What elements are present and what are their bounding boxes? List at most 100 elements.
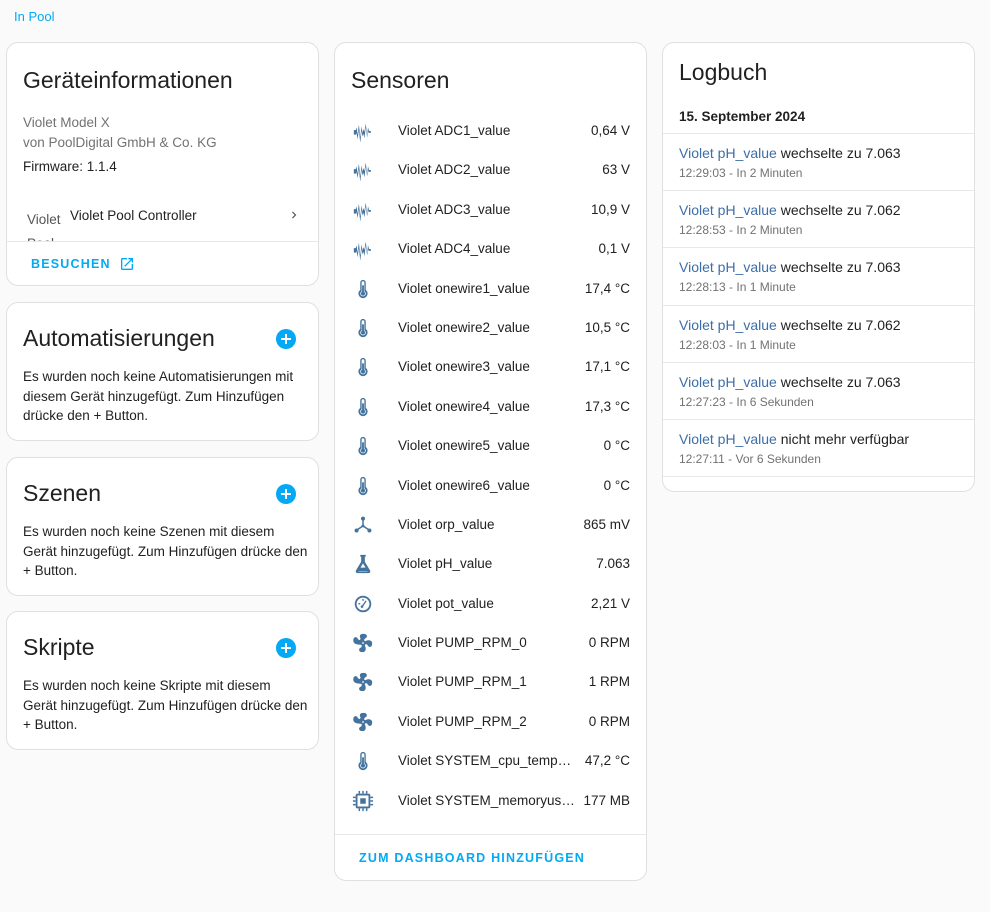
sensor-name: Violet onewire3_value — [398, 359, 530, 375]
device-area: Violet Pool — [27, 212, 61, 241]
breadcrumb-in-pool[interactable]: In Pool — [14, 9, 54, 24]
scenes-description: Es wurden noch keine Szenen mit diesem G… — [23, 524, 308, 578]
log-action: nicht mehr verfügbar — [776, 430, 910, 447]
log-message: Violet pH_value wechselte zu 7.063 — [679, 488, 901, 491]
log-time: 12:28:13 - In 1 Minute — [679, 280, 796, 295]
log-message: Violet pH_value nicht mehr verfügbar — [679, 431, 909, 447]
sensor-value: 1 RPM — [588, 674, 630, 690]
sensor-value: 17,3 °C — [584, 398, 630, 414]
sensor-name: Violet onewire6_value — [398, 477, 530, 493]
sensor-name: Violet PUMP_RPM_0 — [398, 635, 527, 651]
log-time: 12:28:03 - In 1 Minute — [679, 337, 796, 352]
log-entry: Violet pH_value wechselte zu 7.063 12:29:… — [663, 133, 974, 190]
sensor-row[interactable]: Violet orp_value 865 mV — [335, 505, 646, 544]
sensor-row[interactable]: Violet onewire4_value 17,3 °C — [335, 387, 646, 426]
sensor-value: 0 °C — [603, 477, 630, 493]
scripts-description: Es wurden noch keine Skripte mit diesem … — [23, 678, 308, 732]
device-info-title: Geräteinformationen — [23, 67, 233, 93]
log-entry: Violet pH_value wechselte zu 7.063 12:27:… — [663, 361, 974, 419]
waveform-icon — [353, 202, 371, 221]
sensor-row[interactable]: Violet onewire1_value 17,4 °C — [335, 269, 646, 308]
sensor-row[interactable]: Violet ADC2_value 63 V — [335, 150, 646, 189]
log-message: Violet pH_value wechselte zu 7.063 — [679, 145, 901, 161]
log-action: wechselte zu 7.062 — [776, 316, 901, 333]
device-name: Violet Pool Controller — [70, 208, 197, 223]
log-entity-link[interactable]: Violet pH_value — [679, 488, 777, 491]
scripts-title: Skripte — [23, 634, 95, 660]
sensor-name: Violet onewire5_value — [398, 438, 530, 454]
sensor-row[interactable]: Violet onewire6_value 0 °C — [335, 466, 646, 505]
sensor-row[interactable]: Violet onewire5_value 0 °C — [335, 426, 646, 465]
sensor-name: Violet SYSTEM_memoryusage — [398, 792, 576, 808]
sensor-value: 10,9 V — [590, 201, 630, 217]
sensors-card: Sensoren Violet ADC1_value 0,64 V Violet A… — [334, 42, 647, 881]
sensor-row[interactable]: Violet onewire3_value 17,1 °C — [335, 347, 646, 386]
sensor-value: 0 RPM — [588, 635, 630, 651]
sensor-value: 17,1 °C — [584, 359, 630, 375]
log-message: Violet pH_value wechselte zu 7.063 — [679, 259, 901, 275]
sensor-value: 0 °C — [603, 438, 630, 454]
sensor-name: Violet ADC2_value — [398, 162, 511, 178]
open-in-new-icon — [120, 258, 133, 270]
sensor-name: Violet orp_value — [398, 516, 495, 532]
visit-button[interactable]: BESUCHEN — [31, 256, 135, 272]
sensor-row[interactable]: Violet onewire2_value 10,5 °C — [335, 308, 646, 347]
sensor-name: Violet ADC1_value — [398, 123, 511, 138]
sensor-row[interactable]: Violet PUMP_RPM_2 0 RPM — [335, 702, 646, 741]
logbook-card: Logbuch 15. September 2024 Violet pH_val… — [662, 42, 975, 492]
add-to-dashboard-button[interactable]: ZUM DASHBOARD HINZUFÜGEN — [359, 851, 585, 865]
sensor-value: 177 MB — [583, 792, 630, 808]
log-entity-link[interactable]: Violet pH_value — [679, 431, 777, 447]
sensor-row[interactable]: Violet SYSTEM_memoryusage 177 MB — [335, 781, 646, 820]
sensor-name: Violet onewire4_value — [398, 398, 530, 414]
log-entry: Violet pH_value wechselte zu 7.062 12:28:… — [663, 190, 974, 247]
sensor-row[interactable]: Violet ADC1_value 0,64 V — [335, 111, 646, 150]
flask-icon — [355, 555, 371, 574]
thermometer-icon — [358, 358, 368, 377]
log-entity-link[interactable]: Violet pH_value — [679, 145, 777, 161]
sensor-name: Violet onewire1_value — [398, 280, 530, 296]
scenes-card: Szenen Es wurden noch keine Szenen mit d… — [6, 457, 319, 596]
sensor-name: Violet pot_value — [398, 595, 494, 611]
chevron-right-icon — [292, 211, 297, 219]
sensor-value: 63 V — [602, 162, 630, 178]
add-scene-button[interactable] — [276, 484, 296, 504]
device-firmware: Firmware: 1.1.4 — [23, 159, 117, 174]
device-info-card: Geräteinformationen Violet Model X von P… — [6, 42, 319, 286]
add-script-button[interactable] — [276, 638, 296, 658]
sensor-name: Violet onewire2_value — [398, 319, 530, 335]
molecule-icon — [354, 516, 372, 533]
log-entity-link[interactable]: Violet pH_value — [679, 374, 777, 390]
sensor-row[interactable]: Violet ADC3_value 10,9 V — [335, 190, 646, 229]
sensor-value: 10,5 °C — [584, 319, 630, 335]
log-time: 12:28:53 - In 2 Minuten — [679, 223, 803, 238]
fan-icon — [353, 673, 373, 692]
sensors-title: Sensoren — [351, 67, 450, 93]
log-entity-link[interactable]: Violet pH_value — [679, 259, 777, 275]
device-model-block: Violet Model X von PoolDigital GmbH & Co… — [23, 113, 217, 153]
sensor-value: 0,64 V — [590, 123, 630, 138]
log-action: wechselte zu 7.063 — [776, 259, 901, 276]
log-message: Violet pH_value wechselte zu 7.062 — [679, 317, 901, 333]
automations-card: Automatisierungen Es wurden noch keine A… — [6, 302, 319, 441]
device-link-row[interactable]: Violet Pool Violet Pool Controller — [23, 199, 313, 241]
log-entry: Violet pH_value wechselte zu 7.063 — [663, 476, 974, 491]
sensor-row[interactable]: Violet pH_value 7.063 — [335, 544, 646, 583]
add-automation-button[interactable] — [276, 329, 296, 349]
sensor-row[interactable]: Violet PUMP_RPM_1 1 RPM — [335, 662, 646, 701]
device-actions: BESUCHEN — [7, 241, 318, 285]
log-entity-link[interactable]: Violet pH_value — [679, 202, 777, 218]
visit-label: BESUCHEN — [31, 257, 111, 271]
sensor-value: 2,21 V — [590, 595, 630, 611]
log-entity-link[interactable]: Violet pH_value — [679, 317, 777, 333]
scripts-card: Skripte Es wurden noch keine Skripte mit… — [6, 611, 319, 750]
sensor-row[interactable]: Violet PUMP_RPM_0 0 RPM — [335, 623, 646, 662]
log-action: wechselte zu 7.062 — [776, 202, 901, 219]
sensor-row[interactable]: Violet pot_value 2,21 V — [335, 584, 646, 623]
thermometer-icon — [358, 752, 368, 771]
waveform-icon — [353, 163, 371, 182]
sensor-row[interactable]: Violet SYSTEM_cpu_temperature 47,2 °C — [335, 741, 646, 780]
log-entry: Violet pH_value wechselte zu 7.062 12:28:… — [663, 304, 974, 362]
sensor-name: Violet ADC4_value — [398, 241, 511, 257]
sensor-row[interactable]: Violet ADC4_value 0,1 V — [335, 229, 646, 268]
